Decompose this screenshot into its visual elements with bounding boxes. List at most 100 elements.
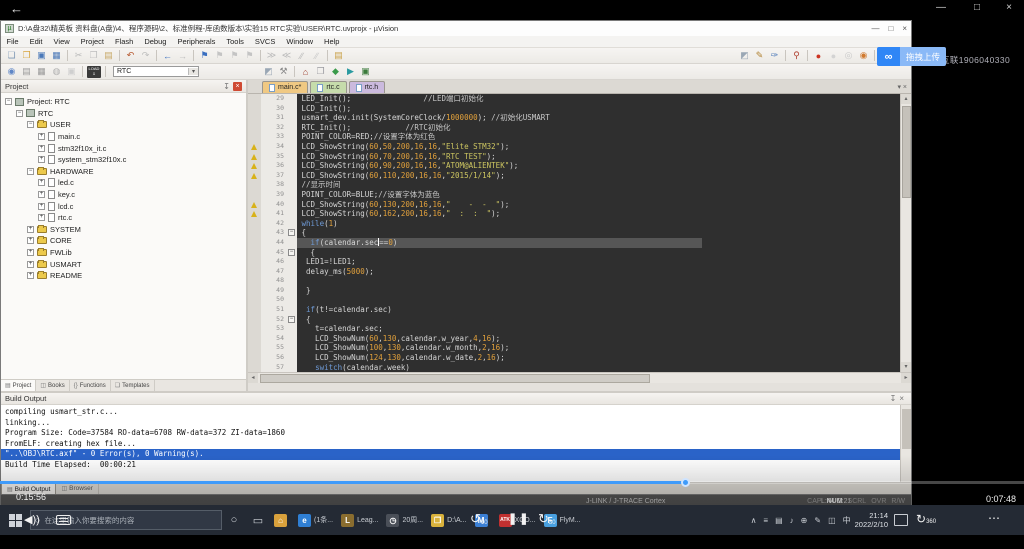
uvision-title-bar[interactable]: µ D:\A盘32\精英板 资料盘(A盘)\4、程序源码\2、标准例程-库函数版… [1,21,911,36]
code-text[interactable]: LCD_ShowString(60,162,200,16,16," : : ")… [297,209,911,219]
code-text[interactable]: LCD_ShowString(60,110,200,16,16,"2015/1/… [297,171,911,181]
code-text[interactable]: LCD_ShowNum(124,130,calendar.w_date,2,16… [297,353,911,363]
tray-expand-icon[interactable]: ∧ [751,516,757,525]
panel-tab-books[interactable]: ◫Books [36,380,69,391]
output-tab-browser[interactable]: ◫Browser [56,483,99,494]
seek-handle[interactable] [681,478,690,487]
menu-tools[interactable]: Tools [221,37,250,46]
tray-icon-4[interactable]: ⊕ [801,516,808,525]
code-text[interactable]: LCD_ShowNum(100,130,calendar.w_month,2,1… [297,343,911,353]
menu-flash[interactable]: Flash [110,37,139,46]
uvision-close-button[interactable]: × [902,24,907,33]
bookmark-next-icon[interactable]: ⚑ [228,50,241,62]
taskbar-app-edge[interactable]: e(1条... [294,505,337,535]
code-area[interactable]: 29 LED_Init(); //LED端口初始化30 LCD_Init();3… [248,94,911,372]
bscroll-thumb[interactable] [902,409,911,449]
code-text[interactable]: POINT_COLOR=BLUE;//设置字体为蓝色 [297,190,911,200]
tree-expander-icon[interactable]: + [27,261,34,268]
scroll-left-icon[interactable]: ◂ [248,373,258,383]
task-view-button[interactable]: ▭ [246,505,270,535]
tree-item-key-c[interactable]: +key.c [1,189,246,201]
copy-icon[interactable]: ❐ [87,50,100,62]
download-flash-icon[interactable]: LOAD⇓ [87,66,101,78]
build-icon[interactable]: ▤ [20,66,33,78]
tree-item-led-c[interactable]: +led.c [1,177,246,189]
player-maximize-button[interactable]: □ [974,2,980,13]
scroll-up-icon[interactable]: ▴ [901,94,911,104]
menu-edit[interactable]: Edit [24,37,48,46]
tree-item-readme[interactable]: +README [1,270,246,282]
code-text[interactable]: { [297,228,911,238]
vscroll-thumb[interactable] [902,106,911,198]
hscroll-thumb[interactable] [260,374,650,383]
tree-item-system[interactable]: +SYSTEM [1,224,246,236]
file-extensions-icon[interactable]: ❐ [314,66,327,78]
tray-icon-6[interactable]: ◫ [828,516,836,525]
menu-svcs[interactable]: SVCS [249,37,280,46]
pin-icon[interactable]: ↧ [223,82,230,91]
code-text[interactable]: LCD_ShowString(60,70,200,16,16,"RTC TEST… [297,152,911,162]
player-close-button[interactable]: × [1006,2,1012,13]
target-select-dropdown[interactable]: RTC▾ [113,66,199,77]
code-text[interactable]: t=calendar.sec; [297,324,911,334]
outdent-icon[interactable]: ≪ [280,50,293,62]
pack-installer-icon[interactable]: ▣ [359,66,372,78]
undo-icon[interactable]: ↶ [124,50,137,62]
taskbar-app-20th[interactable]: ◷20周... [382,505,427,535]
code-text[interactable]: while(1) [297,219,911,229]
tree-expander-icon[interactable]: − [16,110,23,117]
uvision-minimize-button[interactable]: — [871,24,879,33]
tray-icon-5[interactable]: ✎ [814,516,821,525]
tree-item-rtc-c[interactable]: +rtc.c [1,212,246,224]
tree-item-hardware[interactable]: −HARDWARE [1,166,246,178]
tree-expander-icon[interactable]: + [27,272,34,279]
manage-rte-icon[interactable]: ◆ [329,66,342,78]
code-text[interactable]: switch(calendar.week) [297,363,911,372]
fold-collapse-icon[interactable]: − [288,316,295,323]
stop-build-icon[interactable]: ▣ [65,66,78,78]
find-in-files-icon[interactable]: ⚲ [790,50,803,62]
breakpoint-icon[interactable]: ● [812,50,825,62]
video-seek-bar[interactable] [0,481,1024,484]
tree-item-user[interactable]: −USER [1,119,246,131]
taskbar-clock[interactable]: 21:14 2022/2/10 [855,511,888,529]
code-text[interactable]: if(calendar.sec==0) [297,238,911,248]
batch-build-icon[interactable]: ◍ [50,66,63,78]
volume-icon[interactable]: ◀)) [24,513,40,526]
tray-icon-1[interactable]: ≡ [763,516,768,525]
code-text[interactable]: if(t!=calendar.sec) [297,305,911,315]
breakpoint-kill-all-icon[interactable]: ◉ [857,50,870,62]
tree-item-lcd-c[interactable]: +lcd.c [1,200,246,212]
upload-badge[interactable]: ∞ 拖拽上传 [877,47,946,66]
bookmark-clear-icon[interactable]: ⚑ [243,50,256,62]
paste-icon[interactable]: ▤ [102,50,115,62]
scroll-down-icon[interactable]: ▾ [901,362,911,372]
code-text[interactable]: //显示时间 [297,180,911,190]
scroll-right-icon[interactable]: ▸ [901,373,911,383]
menu-help[interactable]: Help [319,37,345,46]
tree-expander-icon[interactable]: + [38,214,45,221]
navigate-back-icon[interactable]: ← [161,50,174,62]
code-text[interactable]: { [297,248,911,258]
menu-debug[interactable]: Debug [139,37,172,46]
taskbar-app-home[interactable]: ⌂ [270,505,294,535]
options-for-target-icon[interactable]: ⌂ [299,66,312,78]
code-text[interactable]: LCD_ShowString(60,130,200,16,16," - - ")… [297,200,911,210]
tree-expander-icon[interactable]: + [27,249,34,256]
code-text[interactable] [297,276,911,286]
breakpoint-disabled-icon[interactable]: ● [827,50,840,62]
panel-tab-project[interactable]: ▤Project [1,380,36,391]
uvision-maximize-button[interactable]: □ [888,24,893,33]
skip-back-10-icon[interactable]: ↺10 [470,511,488,527]
new-file-icon[interactable]: ❏ [5,50,18,62]
more-options-icon[interactable]: ⋯ [988,511,1001,525]
editor-tab-rtc-c[interactable]: rtc.c [310,81,346,93]
manage-components-icon[interactable]: ▶ [344,66,357,78]
start-button[interactable] [9,514,22,527]
cortana-button[interactable]: ○ [222,505,246,535]
code-text[interactable]: usmart_dev.init(SystemCoreClock/1000000)… [297,113,911,123]
translate-icon[interactable]: ◉ [5,66,18,78]
vertical-scrollbar[interactable]: ▴ ▾ [900,94,911,372]
panel-tab-functions[interactable]: {}Functions [70,380,111,391]
menu-peripherals[interactable]: Peripherals [172,37,221,46]
